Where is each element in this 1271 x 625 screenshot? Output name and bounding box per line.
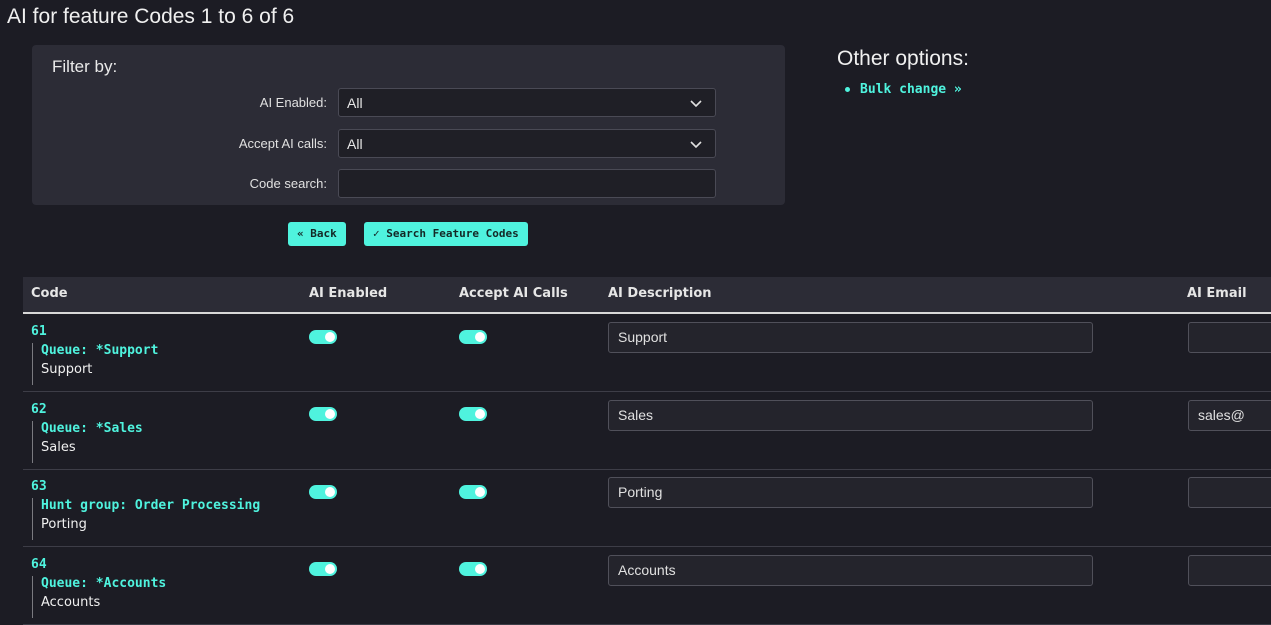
ai-enabled-toggle[interactable] xyxy=(309,485,337,499)
code-target-link[interactable]: Queue: *Sales xyxy=(41,421,143,436)
table-row: 62 Queue: *Sales Sales Sales sales@ xyxy=(23,392,1271,470)
ai-enabled-toggle[interactable] xyxy=(309,330,337,344)
table-header: Code AI Enabled Accept AI Calls AI Descr… xyxy=(23,277,1271,314)
toggle-knob xyxy=(325,332,335,342)
accept-ai-calls-toggle[interactable] xyxy=(459,407,487,421)
toggle-knob xyxy=(475,564,485,574)
code-name: Porting xyxy=(41,517,87,532)
accept-ai-calls-select[interactable]: All xyxy=(338,129,716,158)
chevron-down-icon xyxy=(690,100,702,108)
back-button[interactable]: « Back xyxy=(288,222,346,246)
toggle-knob xyxy=(325,409,335,419)
column-header-accept-ai-calls[interactable]: Accept AI Calls xyxy=(459,286,568,301)
code-target-link[interactable]: Hunt group: Order Processing xyxy=(41,498,260,513)
code-info: Queue: *Sales Sales xyxy=(32,421,143,463)
ai-enabled-filter-label: AI Enabled: xyxy=(259,95,327,110)
code-number-link[interactable]: 62 xyxy=(31,402,47,417)
accept-ai-calls-select-value: All xyxy=(347,136,363,152)
table-row: 61 Queue: *Support Support Support xyxy=(23,314,1271,392)
accept-ai-calls-toggle[interactable] xyxy=(459,485,487,499)
ai-description-input[interactable]: Sales xyxy=(608,400,1093,431)
code-target-link[interactable]: Queue: *Support xyxy=(41,343,158,358)
ai-email-input[interactable] xyxy=(1188,477,1271,508)
code-info: Hunt group: Order Processing Porting xyxy=(32,498,260,540)
ai-enabled-toggle[interactable] xyxy=(309,407,337,421)
accept-ai-calls-toggle[interactable] xyxy=(459,562,487,576)
column-header-ai-description[interactable]: AI Description xyxy=(608,286,712,301)
code-number-link[interactable]: 63 xyxy=(31,479,47,494)
other-options-list: Bulk change » xyxy=(845,82,962,97)
chevron-down-icon xyxy=(690,141,702,149)
toggle-knob xyxy=(325,564,335,574)
code-search-filter-row: Code search: xyxy=(32,169,785,199)
code-name: Sales xyxy=(41,440,76,455)
ai-email-input[interactable]: sales@ xyxy=(1188,400,1271,431)
ai-email-input[interactable] xyxy=(1188,322,1271,353)
accept-ai-calls-toggle[interactable] xyxy=(459,330,487,344)
toggle-knob xyxy=(475,409,485,419)
column-header-ai-email[interactable]: AI Email xyxy=(1187,286,1247,301)
toggle-knob xyxy=(475,332,485,342)
ai-description-input[interactable]: Support xyxy=(608,322,1093,353)
code-name: Support xyxy=(41,362,93,377)
ai-description-input[interactable]: Porting xyxy=(608,477,1093,508)
accept-ai-calls-filter-label: Accept AI calls: xyxy=(238,136,327,151)
ai-enabled-toggle[interactable] xyxy=(309,562,337,576)
ai-enabled-select-value: All xyxy=(347,95,363,111)
accept-ai-calls-filter-row: Accept AI calls: All xyxy=(32,129,785,159)
code-info: Queue: *Support Support xyxy=(32,343,158,385)
code-info: Queue: *Accounts Accounts xyxy=(32,576,166,618)
code-search-label: Code search: xyxy=(249,176,327,191)
code-number-link[interactable]: 61 xyxy=(31,324,47,339)
ai-enabled-filter-row: AI Enabled: All xyxy=(32,88,785,118)
filter-heading: Filter by: xyxy=(52,57,118,76)
search-feature-codes-button[interactable]: ✓ Search Feature Codes xyxy=(364,222,528,246)
ai-enabled-select[interactable]: All xyxy=(338,88,716,117)
bullet-icon xyxy=(845,87,850,92)
table-row: 64 Queue: *Accounts Accounts Accounts xyxy=(23,547,1271,625)
code-search-input[interactable] xyxy=(338,169,716,198)
bulk-change-item: Bulk change » xyxy=(845,82,962,97)
ai-description-input[interactable]: Accounts xyxy=(608,555,1093,586)
other-options-title: Other options: xyxy=(837,47,969,70)
ai-email-input[interactable] xyxy=(1188,555,1271,586)
filter-panel: Filter by: AI Enabled: All Accept AI cal… xyxy=(32,45,785,205)
bulk-change-link[interactable]: Bulk change » xyxy=(860,82,962,97)
code-target-link[interactable]: Queue: *Accounts xyxy=(41,576,166,591)
column-header-code[interactable]: Code xyxy=(31,286,68,301)
toggle-knob xyxy=(475,487,485,497)
toggle-knob xyxy=(325,487,335,497)
table-row: 63 Hunt group: Order Processing Porting … xyxy=(23,469,1271,547)
column-header-ai-enabled[interactable]: AI Enabled xyxy=(309,286,387,301)
code-number-link[interactable]: 64 xyxy=(31,557,47,572)
page-title: AI for feature Codes 1 to 6 of 6 xyxy=(7,5,295,28)
code-name: Accounts xyxy=(41,595,101,610)
